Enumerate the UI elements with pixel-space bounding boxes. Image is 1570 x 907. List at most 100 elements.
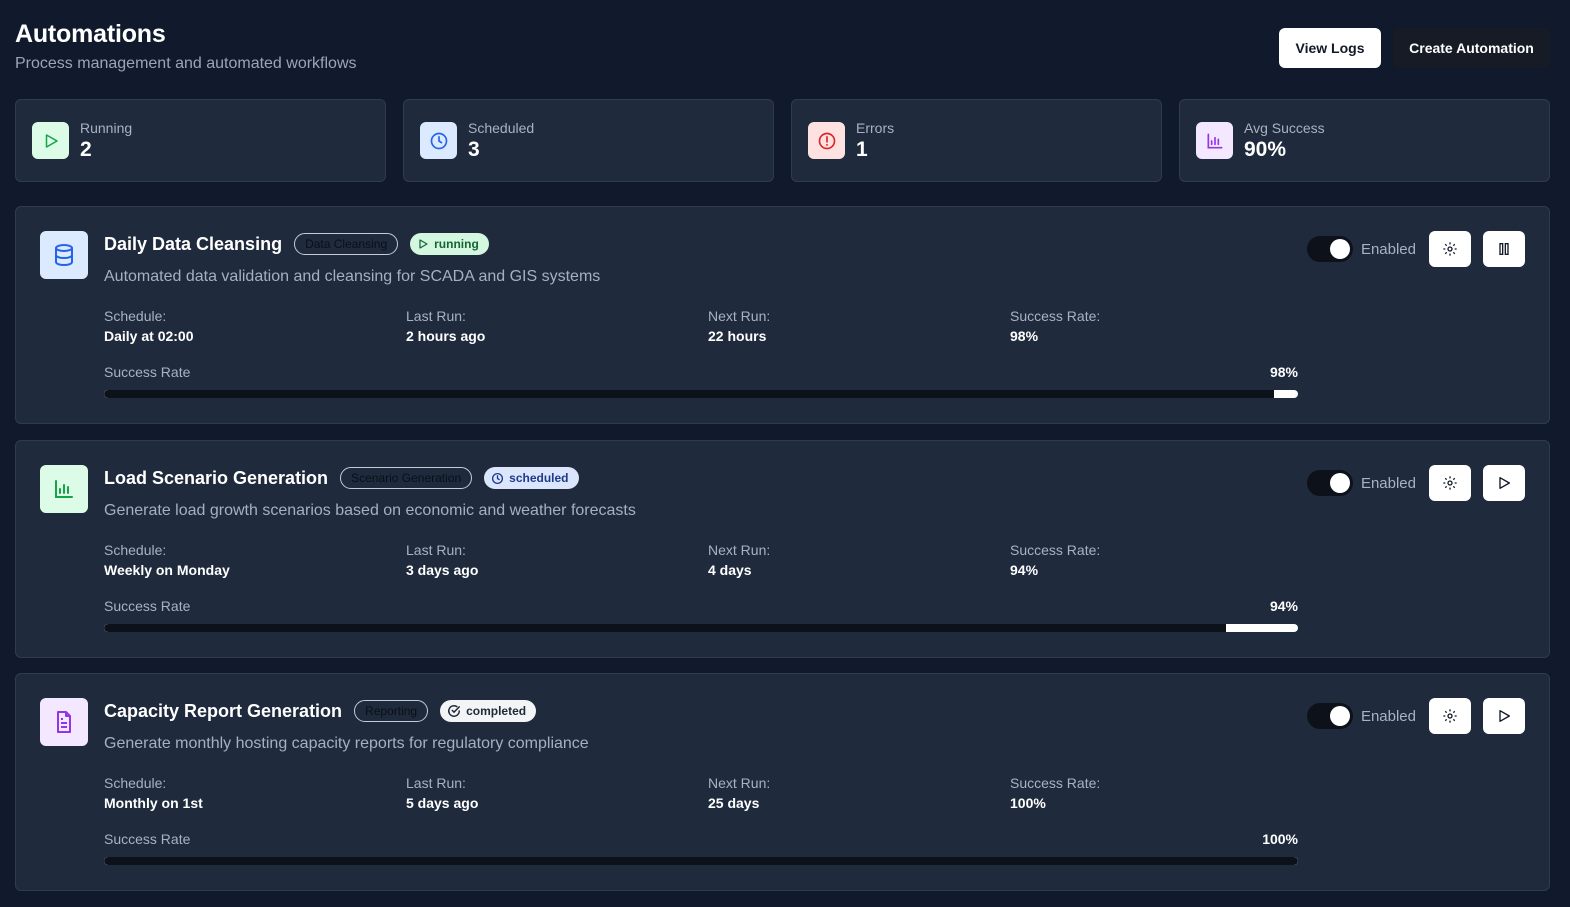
enabled-toggle[interactable] xyxy=(1306,470,1353,496)
schedule-label: Schedule: xyxy=(104,308,167,324)
enabled-toggle[interactable] xyxy=(1306,703,1353,729)
stat-value: 1 xyxy=(856,138,868,161)
stat-value: 3 xyxy=(468,138,480,161)
settings-button[interactable] xyxy=(1429,698,1471,734)
next-run-value: 22 hours xyxy=(708,328,767,344)
run-button[interactable] xyxy=(1483,465,1525,501)
success-rate-value: 100% xyxy=(1010,795,1046,811)
next-run-info: Next Run: 4 days xyxy=(708,542,770,578)
card-controls: Enabled xyxy=(1306,698,1525,734)
progress-value: 100% xyxy=(1262,831,1298,847)
stat-card-scheduled: Scheduled 3 xyxy=(403,99,774,182)
run-button[interactable] xyxy=(1483,698,1525,734)
status-label: completed xyxy=(466,704,527,718)
card-controls: Enabled xyxy=(1306,231,1525,267)
next-run-label: Next Run: xyxy=(708,308,771,324)
success-progress-bar xyxy=(104,624,1298,632)
settings-button[interactable] xyxy=(1429,465,1471,501)
last-run-info: Last Run: 5 days ago xyxy=(406,775,478,811)
database-icon xyxy=(40,231,88,279)
automation-description: Generate monthly hosting capacity report… xyxy=(104,735,589,752)
schedule-label: Schedule: xyxy=(104,542,167,558)
toggle-knob xyxy=(1329,239,1350,259)
clock-icon xyxy=(492,472,504,484)
status-badge: running xyxy=(410,233,489,255)
last-run-info: Last Run: 2 hours ago xyxy=(406,308,485,344)
success-rate-value: 94% xyxy=(1010,562,1039,578)
success-rate-info: Success Rate: 100% xyxy=(1010,775,1100,811)
stat-label: Running xyxy=(80,120,133,136)
last-run-label: Last Run: xyxy=(406,308,466,324)
progress-fill xyxy=(104,624,1227,632)
settings-button[interactable] xyxy=(1429,231,1471,267)
stats-row: Running 2 Scheduled 3 Errors 1 Avg Succe… xyxy=(15,99,1550,182)
stat-card-running: Running 2 xyxy=(15,99,386,182)
schedule-info: Schedule: Daily at 02:00 xyxy=(104,308,194,344)
category-tag: Reporting xyxy=(354,700,429,722)
status-label: scheduled xyxy=(509,471,569,485)
progress-label: Success Rate xyxy=(104,598,191,614)
play-icon xyxy=(1499,710,1510,722)
automation-card: Load Scenario Generation Scenario Genera… xyxy=(15,440,1550,658)
next-run-value: 4 days xyxy=(708,562,752,578)
progress-label: Success Rate xyxy=(104,364,191,380)
success-rate-info: Success Rate: 98% xyxy=(1010,308,1100,344)
success-rate-label: Success Rate: xyxy=(1010,775,1101,791)
stat-card-avg-success: Avg Success 90% xyxy=(1179,99,1550,182)
automation-description: Generate load growth scenarios based on … xyxy=(104,502,636,519)
clock-icon xyxy=(420,122,457,159)
progress-label: Success Rate xyxy=(104,831,191,847)
next-run-value: 25 days xyxy=(708,795,760,811)
automation-title: Daily Data Cleansing xyxy=(104,233,283,254)
card-controls: Enabled xyxy=(1306,465,1525,501)
last-run-value: 2 hours ago xyxy=(406,328,486,344)
success-progress-bar xyxy=(104,390,1298,398)
enabled-label: Enabled xyxy=(1360,707,1416,725)
next-run-label: Next Run: xyxy=(708,775,771,791)
enabled-label: Enabled xyxy=(1360,474,1416,492)
enabled-label: Enabled xyxy=(1360,240,1416,258)
bar-chart-icon xyxy=(1196,122,1233,159)
automation-title: Load Scenario Generation xyxy=(104,467,329,488)
card-title-row: Load Scenario Generation Scenario Genera… xyxy=(104,467,579,489)
schedule-info: Schedule: Monthly on 1st xyxy=(104,775,203,811)
schedule-value: Monthly on 1st xyxy=(104,795,203,811)
create-automation-button[interactable]: Create Automation xyxy=(1393,28,1550,68)
enabled-toggle[interactable] xyxy=(1306,236,1353,262)
next-run-info: Next Run: 22 hours xyxy=(708,308,770,344)
page-header: Automations Process management and autom… xyxy=(15,20,1550,80)
status-badge: completed xyxy=(440,700,537,722)
schedule-value: Weekly on Monday xyxy=(104,562,230,578)
automation-card: Daily Data Cleansing Data Cleansing runn… xyxy=(15,206,1550,424)
play-icon xyxy=(32,122,69,159)
category-tag: Data Cleansing xyxy=(294,233,399,255)
play-icon xyxy=(1499,477,1510,489)
last-run-value: 5 days ago xyxy=(406,795,479,811)
gear-icon xyxy=(1443,476,1457,490)
success-progress-bar xyxy=(104,857,1298,865)
next-run-label: Next Run: xyxy=(708,542,771,558)
schedule-label: Schedule: xyxy=(104,775,167,791)
last-run-label: Last Run: xyxy=(406,775,466,791)
progress-value: 98% xyxy=(1269,364,1298,380)
toggle-knob xyxy=(1329,706,1350,726)
alert-circle-icon xyxy=(808,122,845,159)
pause-button[interactable] xyxy=(1483,231,1525,267)
check-circle-icon xyxy=(448,705,461,717)
toggle-knob xyxy=(1329,473,1350,493)
last-run-value: 3 days ago xyxy=(406,562,479,578)
status-label: running xyxy=(434,237,479,251)
stat-card-errors: Errors 1 xyxy=(791,99,1162,182)
stat-label: Avg Success xyxy=(1244,120,1325,136)
card-title-row: Capacity Report Generation Reporting com… xyxy=(104,700,537,722)
progress-fill xyxy=(104,390,1275,398)
category-tag: Scenario Generation xyxy=(340,467,473,489)
pause-icon xyxy=(1499,243,1509,255)
stat-label: Errors xyxy=(856,120,895,136)
bar-chart-icon xyxy=(40,465,88,513)
schedule-info: Schedule: Weekly on Monday xyxy=(104,542,230,578)
progress-fill xyxy=(104,857,1298,865)
view-logs-button[interactable]: View Logs xyxy=(1279,28,1381,68)
stat-value: 2 xyxy=(80,138,92,161)
stat-label: Scheduled xyxy=(468,120,535,136)
